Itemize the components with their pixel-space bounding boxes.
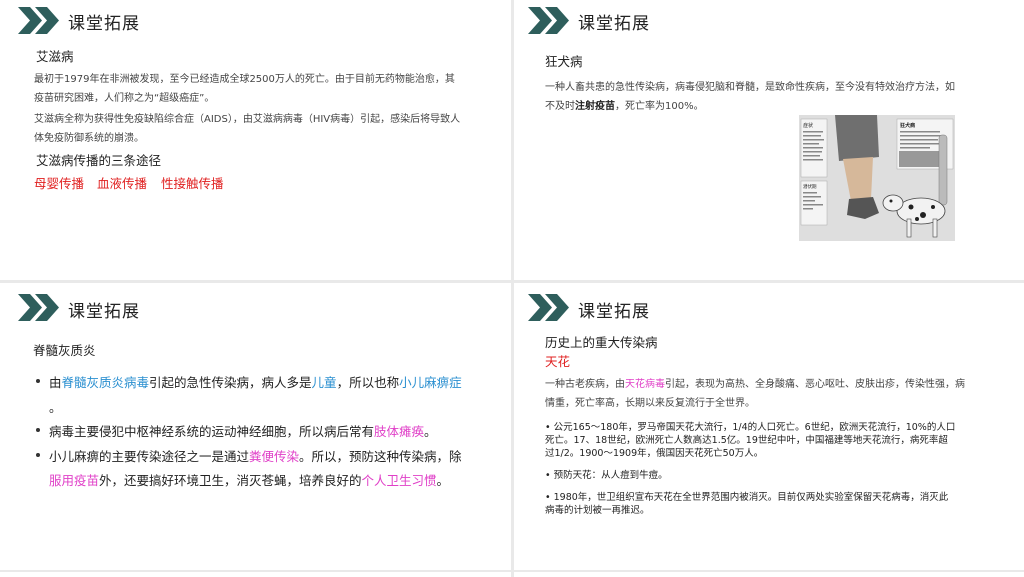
bullet-line: • 公元165～180年，罗马帝国天花大流行，1/4的人口死亡。6世纪，欧洲天花… — [545, 422, 956, 433]
paragraph-line: 一种人畜共患的急性传染病，病毒侵犯脑和脊髓，是致命性疾病，至今没有特效治疗方法，… — [545, 82, 955, 93]
section-heading: 历史上的重大传染病 — [545, 335, 658, 350]
illus-label-left: 症状 — [803, 122, 813, 129]
bullet-item: 由脊髓灰质炎病毒引起的急性传染病，病人多是儿童，所以也称小儿麻痹症 — [49, 375, 462, 390]
slide-title: 课堂拓展 — [578, 302, 650, 322]
illus-label-right: 狂犬病 — [900, 122, 915, 129]
route-item: 血液传播 — [97, 176, 148, 191]
bullet-dot — [36, 453, 40, 457]
bullet-line: • 1980年，世卫组织宣布天花在全世界范围内被消灭。目前仅两处实验室保留天花病… — [545, 492, 949, 503]
bullet-dot — [36, 428, 40, 432]
slide-smallpox: 课堂拓展 历史上的重大传染病 天花 一种古老疾病，由天花病毒引起，表现为高热、全… — [514, 283, 1024, 570]
section-heading: 狂犬病 — [545, 54, 583, 69]
double-chevron-icon — [18, 7, 59, 34]
slide-title: 课堂拓展 — [578, 14, 650, 34]
double-chevron-icon — [528, 294, 569, 321]
paragraph-line: 体免疫防御系统的崩溃。 — [34, 133, 144, 144]
bullet-item: 病毒主要侵犯中枢神经系统的运动神经细胞，所以病后常有肢体瘫痪。 — [49, 424, 437, 439]
paragraph-line: 一种古老疾病，由天花病毒引起，表现为高热、全身酸痛、恶心呕吐、皮肤出疹，传染性强… — [545, 379, 965, 390]
disease-name: 天花 — [545, 354, 571, 369]
route-item: 母婴传播 — [34, 176, 85, 191]
slide-title: 课堂拓展 — [68, 302, 140, 322]
double-chevron-icon — [528, 7, 569, 34]
slide-rabies: 课堂拓展 狂犬病 一种人畜共患的急性传染病，病毒侵犯脑和脊髓，是致命性疾病，至今… — [514, 0, 1024, 280]
bullet-line: 病毒的计划被一再推迟。 — [545, 505, 650, 516]
paragraph-line: 疫苗研究困难，人们称之为“超级癌症”。 — [34, 93, 215, 104]
next-slide-edge — [0, 572, 511, 577]
bullet-line: 死亡。17、18世纪，欧洲死亡人数高达1.5亿。19世纪中叶，中国福建等地天花流… — [545, 435, 948, 446]
dog-bite-image: 症状 潜伏期 狂犬病 — [799, 115, 955, 241]
bullet-dot — [36, 379, 40, 383]
slide-title: 课堂拓展 — [68, 14, 140, 34]
route-item: 性接触传播 — [161, 176, 224, 191]
bullet-line: 过1/2。1900～1909年，俄国因天花死亡50万人。 — [545, 448, 764, 459]
paragraph-line: 艾滋病全称为获得性免疫缺陷综合症（AIDS），由艾滋病病毒（HIV病毒）引起，感… — [34, 114, 461, 125]
slide-aids: 课堂拓展 艾滋病 最初于1979年在非洲被发现，至今已经造成全球2500万人的死… — [0, 0, 511, 280]
illus-label-bottom: 潜伏期 — [803, 183, 817, 190]
paragraph-line: 情重，死亡率高，长期以来反复流行于全世界。 — [545, 398, 755, 409]
section-heading: 脊髓灰质炎 — [33, 343, 96, 358]
bullet-item: 小儿麻痹的主要传染途径之一是通过粪便传染。所以，预防这种传染病，除 — [49, 449, 462, 464]
bullet-line: • 预防天花：从人痘到牛痘。 — [545, 470, 668, 481]
next-slide-edge — [514, 572, 1024, 577]
double-chevron-icon — [18, 294, 59, 321]
paragraph-line: 最初于1979年在非洲被发现，至今已经造成全球2500万人的死亡。由于目前无药物… — [34, 74, 455, 85]
slide-polio: 课堂拓展 脊髓灰质炎 由脊髓灰质炎病毒引起的急性传染病，病人多是儿童，所以也称小… — [0, 283, 511, 570]
emphasis-text: 注射疫苗 — [575, 101, 615, 112]
paragraph-line: 不及时注射疫苗，死亡率为100%。 — [545, 101, 704, 112]
bullet-item-continuation: 。 — [49, 400, 62, 415]
rabies-illustration: 症状 潜伏期 狂犬病 — [799, 115, 955, 241]
bullet-item-continuation: 服用疫苗外，还要搞好环境卫生，消灭苍蝇，培养良好的个人卫生习惯。 — [49, 473, 450, 488]
section-heading: 艾滋病 — [36, 49, 74, 64]
section-heading: 艾滋病传播的三条途径 — [36, 153, 162, 168]
